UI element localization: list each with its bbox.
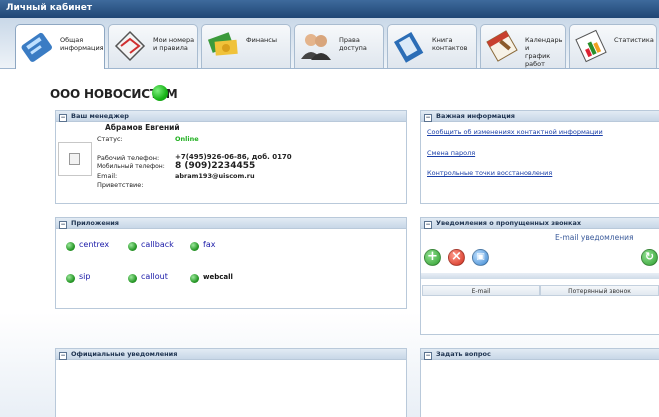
tab-label: Книга контактов bbox=[432, 36, 468, 52]
app-status-icon bbox=[190, 242, 199, 251]
app-callout[interactable]: callout bbox=[141, 272, 168, 281]
app-title: Личный кабинет bbox=[6, 3, 93, 13]
collapse-icon[interactable]: − bbox=[59, 221, 67, 229]
app-sip[interactable]: sip bbox=[79, 272, 90, 281]
users-icon bbox=[301, 34, 331, 60]
email-label: Email: bbox=[97, 172, 118, 180]
missed-calls-panel-header[interactable]: − Уведомления о пропущенных звонках bbox=[421, 218, 659, 229]
mobile-value: 8 (909)2234455 bbox=[175, 161, 256, 171]
restore-points-link[interactable]: Контрольные точки восстановления bbox=[427, 169, 552, 177]
collapse-icon[interactable]: − bbox=[424, 114, 432, 122]
greeting-label: Приветствие: bbox=[97, 181, 144, 189]
collapse-icon[interactable]: − bbox=[424, 221, 432, 229]
panel-title: Уведомления о пропущенных звонках bbox=[436, 219, 582, 227]
broken-image-icon bbox=[69, 153, 80, 165]
info-icon bbox=[21, 32, 52, 62]
tab-label: Финансы bbox=[246, 36, 278, 44]
tab-label: Права доступа bbox=[339, 36, 367, 52]
manager-panel-header[interactable]: − Ваш менеджер bbox=[56, 111, 406, 122]
company-status-indicator bbox=[152, 85, 168, 101]
tab-label: Статистика bbox=[614, 36, 654, 44]
panel-title: Важная информация bbox=[436, 112, 515, 120]
panel-title: Официальные уведомления bbox=[71, 350, 178, 358]
important-panel: − Важная информация bbox=[420, 110, 659, 204]
routes-icon bbox=[114, 30, 146, 62]
change-password-link[interactable]: Смена пароля bbox=[427, 149, 475, 157]
apps-panel: − Приложения bbox=[55, 217, 407, 309]
refresh-icon[interactable]: ↻ bbox=[641, 249, 658, 266]
manager-photo bbox=[58, 142, 92, 176]
important-panel-header[interactable]: − Важная информация bbox=[421, 111, 659, 122]
contacts-icon bbox=[393, 31, 424, 63]
work-phone-value: +7(495)926-06-86, доб. 0170 bbox=[175, 153, 292, 161]
app-webcall[interactable]: webcall bbox=[203, 273, 233, 281]
app-status-icon bbox=[128, 274, 137, 283]
status-label: Статус: bbox=[97, 135, 123, 143]
delete-icon[interactable]: × bbox=[448, 249, 465, 266]
finance-icon bbox=[207, 32, 238, 56]
tab-label: Мои номера и правила bbox=[153, 36, 195, 52]
work-phone-label: Рабочий телефон: bbox=[97, 154, 160, 162]
tab-label: Общая информация bbox=[60, 36, 104, 52]
column-header-email[interactable]: E-mail bbox=[422, 285, 540, 296]
app-callback[interactable]: callback bbox=[141, 240, 174, 249]
tab-general-info[interactable]: Общая информация bbox=[15, 24, 105, 69]
column-header-missed-call[interactable]: Потерянный звонок bbox=[540, 285, 659, 296]
mobile-label: Мобильный телефон: bbox=[97, 163, 165, 170]
app-status-icon bbox=[190, 274, 199, 283]
tab-bar: Общая информация Мои номера и правила Фи… bbox=[0, 18, 659, 69]
email-value: abram193@uiscom.ru bbox=[175, 172, 255, 180]
tab-statistics[interactable]: Статистика bbox=[569, 24, 657, 68]
toolbar-divider bbox=[421, 273, 659, 279]
panel-title: Приложения bbox=[71, 219, 119, 227]
app-centrex[interactable]: centrex bbox=[79, 240, 109, 249]
panel-title: Задать вопрос bbox=[436, 350, 491, 358]
calendar-icon bbox=[486, 30, 518, 62]
ask-question-panel-header[interactable]: − Задать вопрос bbox=[421, 349, 659, 360]
official-notices-panel: − Официальные уведомления bbox=[55, 348, 407, 417]
collapse-icon[interactable]: − bbox=[424, 352, 432, 360]
save-icon[interactable]: ▣ bbox=[472, 249, 489, 266]
tab-my-numbers[interactable]: Мои номера и правила bbox=[108, 24, 198, 68]
collapse-icon[interactable]: − bbox=[59, 114, 67, 122]
app-status-icon bbox=[128, 242, 137, 251]
app-fax[interactable]: fax bbox=[203, 240, 215, 249]
email-notifications-title: E-mail уведомления bbox=[555, 233, 634, 242]
title-bar: Личный кабинет bbox=[0, 0, 659, 19]
manager-name: Абрамов Евгений bbox=[105, 123, 180, 132]
report-contact-change-link[interactable]: Сообщить об изменениях контактной информ… bbox=[427, 128, 603, 136]
tab-contact-book[interactable]: Книга контактов bbox=[387, 24, 477, 68]
tab-finance[interactable]: Финансы bbox=[201, 24, 291, 68]
official-notices-panel-header[interactable]: − Официальные уведомления bbox=[56, 349, 406, 360]
panel-title: Ваш менеджер bbox=[71, 112, 129, 120]
add-icon[interactable]: + bbox=[424, 249, 441, 266]
statistics-icon bbox=[575, 29, 607, 63]
app-status-icon bbox=[66, 274, 75, 283]
tab-calendar[interactable]: Календарь и график работ bbox=[480, 24, 566, 68]
collapse-icon[interactable]: − bbox=[59, 352, 67, 360]
tab-access-rights[interactable]: Права доступа bbox=[294, 24, 384, 68]
ask-question-panel: − Задать вопрос bbox=[420, 348, 659, 417]
app-status-icon bbox=[66, 242, 75, 251]
apps-panel-header[interactable]: − Приложения bbox=[56, 218, 406, 229]
tab-label: Календарь и график работ bbox=[525, 36, 563, 68]
status-value: Online bbox=[175, 135, 199, 143]
